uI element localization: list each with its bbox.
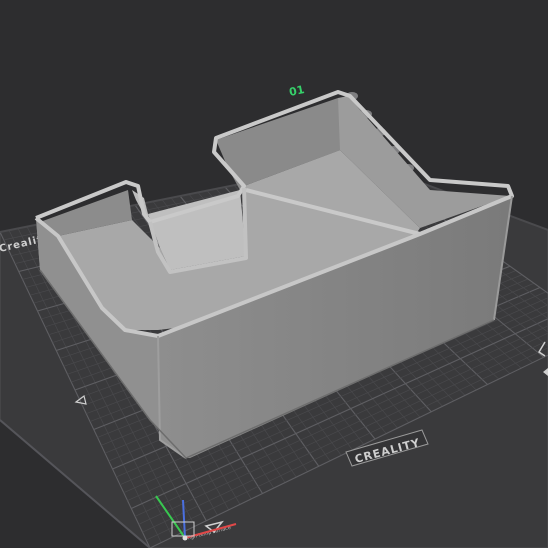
3d-viewport[interactable]: CREALITY Creality High-temp surface 01	[0, 0, 548, 548]
plate-number-label: 01	[288, 83, 306, 99]
build-plate-scene[interactable]: CREALITY Creality High-temp surface 01	[0, 0, 548, 548]
